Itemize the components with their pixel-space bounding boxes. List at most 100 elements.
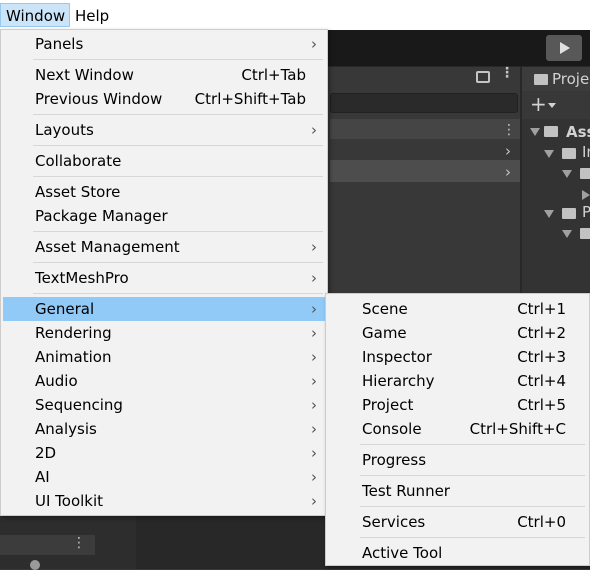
tree-item[interactable]: P [582,201,590,223]
menu-item-asset-management[interactable]: Asset Management › [3,235,325,259]
menu-item-label: Asset Management [35,238,180,256]
menu-item-general[interactable]: General › [3,297,325,321]
menu-item-progress[interactable]: Progress [328,448,587,472]
menu-item-scene[interactable]: Scene Ctrl+1 [328,297,587,321]
menu-item-label: Inspector [362,348,432,366]
menu-item-panels[interactable]: Panels › [3,32,325,56]
menu-item-label: Sequencing [35,396,123,414]
menu-item-label: Hierarchy [362,372,435,390]
menu-item-label: TextMeshPro [35,269,129,287]
chevron-right-icon: › [311,324,317,342]
expand-arrow-icon-2[interactable]: › [505,163,511,181]
collapsed-icon[interactable] [582,190,590,200]
add-icon[interactable]: + [530,93,547,115]
shortcut-label: Ctrl+5 [517,396,566,414]
tree-item[interactable]: In [582,141,590,163]
menu-item-project[interactable]: Project Ctrl+5 [328,393,587,417]
chevron-right-icon: › [311,269,317,287]
menu-window[interactable]: Window [0,3,70,27]
scene-row[interactable] [330,119,520,139]
chevron-right-icon: › [311,348,317,366]
expand-icon[interactable] [544,150,554,158]
menu-item-rendering[interactable]: Rendering › [3,321,325,345]
menu-item-label: Progress [362,451,427,469]
tree-item[interactable]: Ass [566,121,590,143]
menu-item-label: Services [362,513,426,531]
chevron-right-icon: › [311,468,317,486]
folder-icon [580,228,590,239]
menu-item-label: 2D [35,444,57,462]
menu-item-collaborate[interactable]: Collaborate [3,149,325,173]
dropdown-icon[interactable] [548,103,556,108]
menu-item-asset-store[interactable]: Asset Store [3,180,325,204]
menu-item-label: Asset Store [35,183,121,201]
play-button[interactable] [546,35,582,61]
menu-item-layouts[interactable]: Layouts › [3,118,325,142]
menu-item-services[interactable]: Services Ctrl+0 [328,510,587,534]
chevron-right-icon: › [311,396,317,414]
menu-item-label: AI [35,468,50,486]
menu-item-sequencing[interactable]: Sequencing › [3,393,325,417]
menu-item-package-manager[interactable]: Package Manager [3,204,325,228]
chevron-right-icon: › [311,121,317,139]
menu-bar: Window Help [0,0,590,30]
panel-menu-icon-2[interactable]: ⋮ [502,122,516,138]
folder-icon [534,74,548,85]
general-submenu: Scene Ctrl+1 Game Ctrl+2 Inspector Ctrl+… [325,293,590,566]
expand-icon[interactable] [562,170,572,178]
lock-icon[interactable] [476,71,490,83]
menu-item-ui-toolkit[interactable]: UI Toolkit › [3,489,325,513]
menu-item-label: Package Manager [35,207,168,225]
separator [33,231,323,232]
shortcut-label: Ctrl+0 [517,513,566,531]
shortcut-label: Ctrl+2 [517,324,566,342]
project-tab[interactable]: Proje [522,67,590,91]
expand-icon[interactable] [562,230,572,238]
menu-item-test-runner[interactable]: Test Runner [328,479,587,503]
menu-item-label: Test Runner [362,482,450,500]
menu-item-label: Audio [35,372,78,390]
shortcut-label: Ctrl+Tab [241,66,306,84]
menu-item-console[interactable]: Console Ctrl+Shift+C [328,417,587,441]
menu-item-textmeshpro[interactable]: TextMeshPro › [3,266,325,290]
menu-item-previous-window[interactable]: Previous Window Ctrl+Shift+Tab [3,87,325,111]
shortcut-label: Ctrl+Shift+Tab [194,90,306,108]
menu-item-game[interactable]: Game Ctrl+2 [328,321,587,345]
expand-icon[interactable] [530,128,540,136]
menu-item-analysis[interactable]: Analysis › [3,417,325,441]
menu-item-2d[interactable]: 2D › [3,441,325,465]
panel-menu-icon-3[interactable]: ⋮ [72,535,86,551]
shortcut-label: Ctrl+4 [517,372,566,390]
chevron-right-icon: › [311,300,317,318]
chevron-right-icon: › [311,444,317,462]
panel-menu-icon[interactable]: ⋮ [500,66,514,80]
selected-row[interactable] [330,160,520,182]
menu-item-animation[interactable]: Animation › [3,345,325,369]
window-menu: Panels › Next Window Ctrl+Tab Previous W… [0,29,328,516]
menu-item-label: Layouts [35,121,94,139]
chevron-right-icon: › [311,420,317,438]
menu-item-ai[interactable]: AI › [3,465,325,489]
menu-item-label: UI Toolkit [35,492,104,510]
menu-item-active-tool[interactable]: Active Tool [328,541,587,565]
menu-item-inspector[interactable]: Inspector Ctrl+3 [328,345,587,369]
menu-help[interactable]: Help [70,4,114,28]
menu-item-label: Active Tool [362,544,443,562]
menu-item-label: Next Window [35,66,134,84]
separator [360,444,585,445]
menu-item-audio[interactable]: Audio › [3,369,325,393]
menu-item-label: Animation [35,348,112,366]
chevron-right-icon: › [311,35,317,53]
separator [33,114,323,115]
shortcut-label: Ctrl+Shift+C [469,420,566,438]
menu-item-next-window[interactable]: Next Window Ctrl+Tab [3,63,325,87]
menu-item-label: Analysis [35,420,97,438]
expand-icon[interactable] [544,210,554,218]
folder-icon [544,126,558,137]
menu-item-label: Previous Window [35,90,163,108]
play-icon [560,42,570,54]
expand-arrow-icon[interactable]: › [505,142,511,160]
chevron-right-icon: › [311,238,317,256]
search-input[interactable] [330,93,518,113]
menu-item-hierarchy[interactable]: Hierarchy Ctrl+4 [328,369,587,393]
